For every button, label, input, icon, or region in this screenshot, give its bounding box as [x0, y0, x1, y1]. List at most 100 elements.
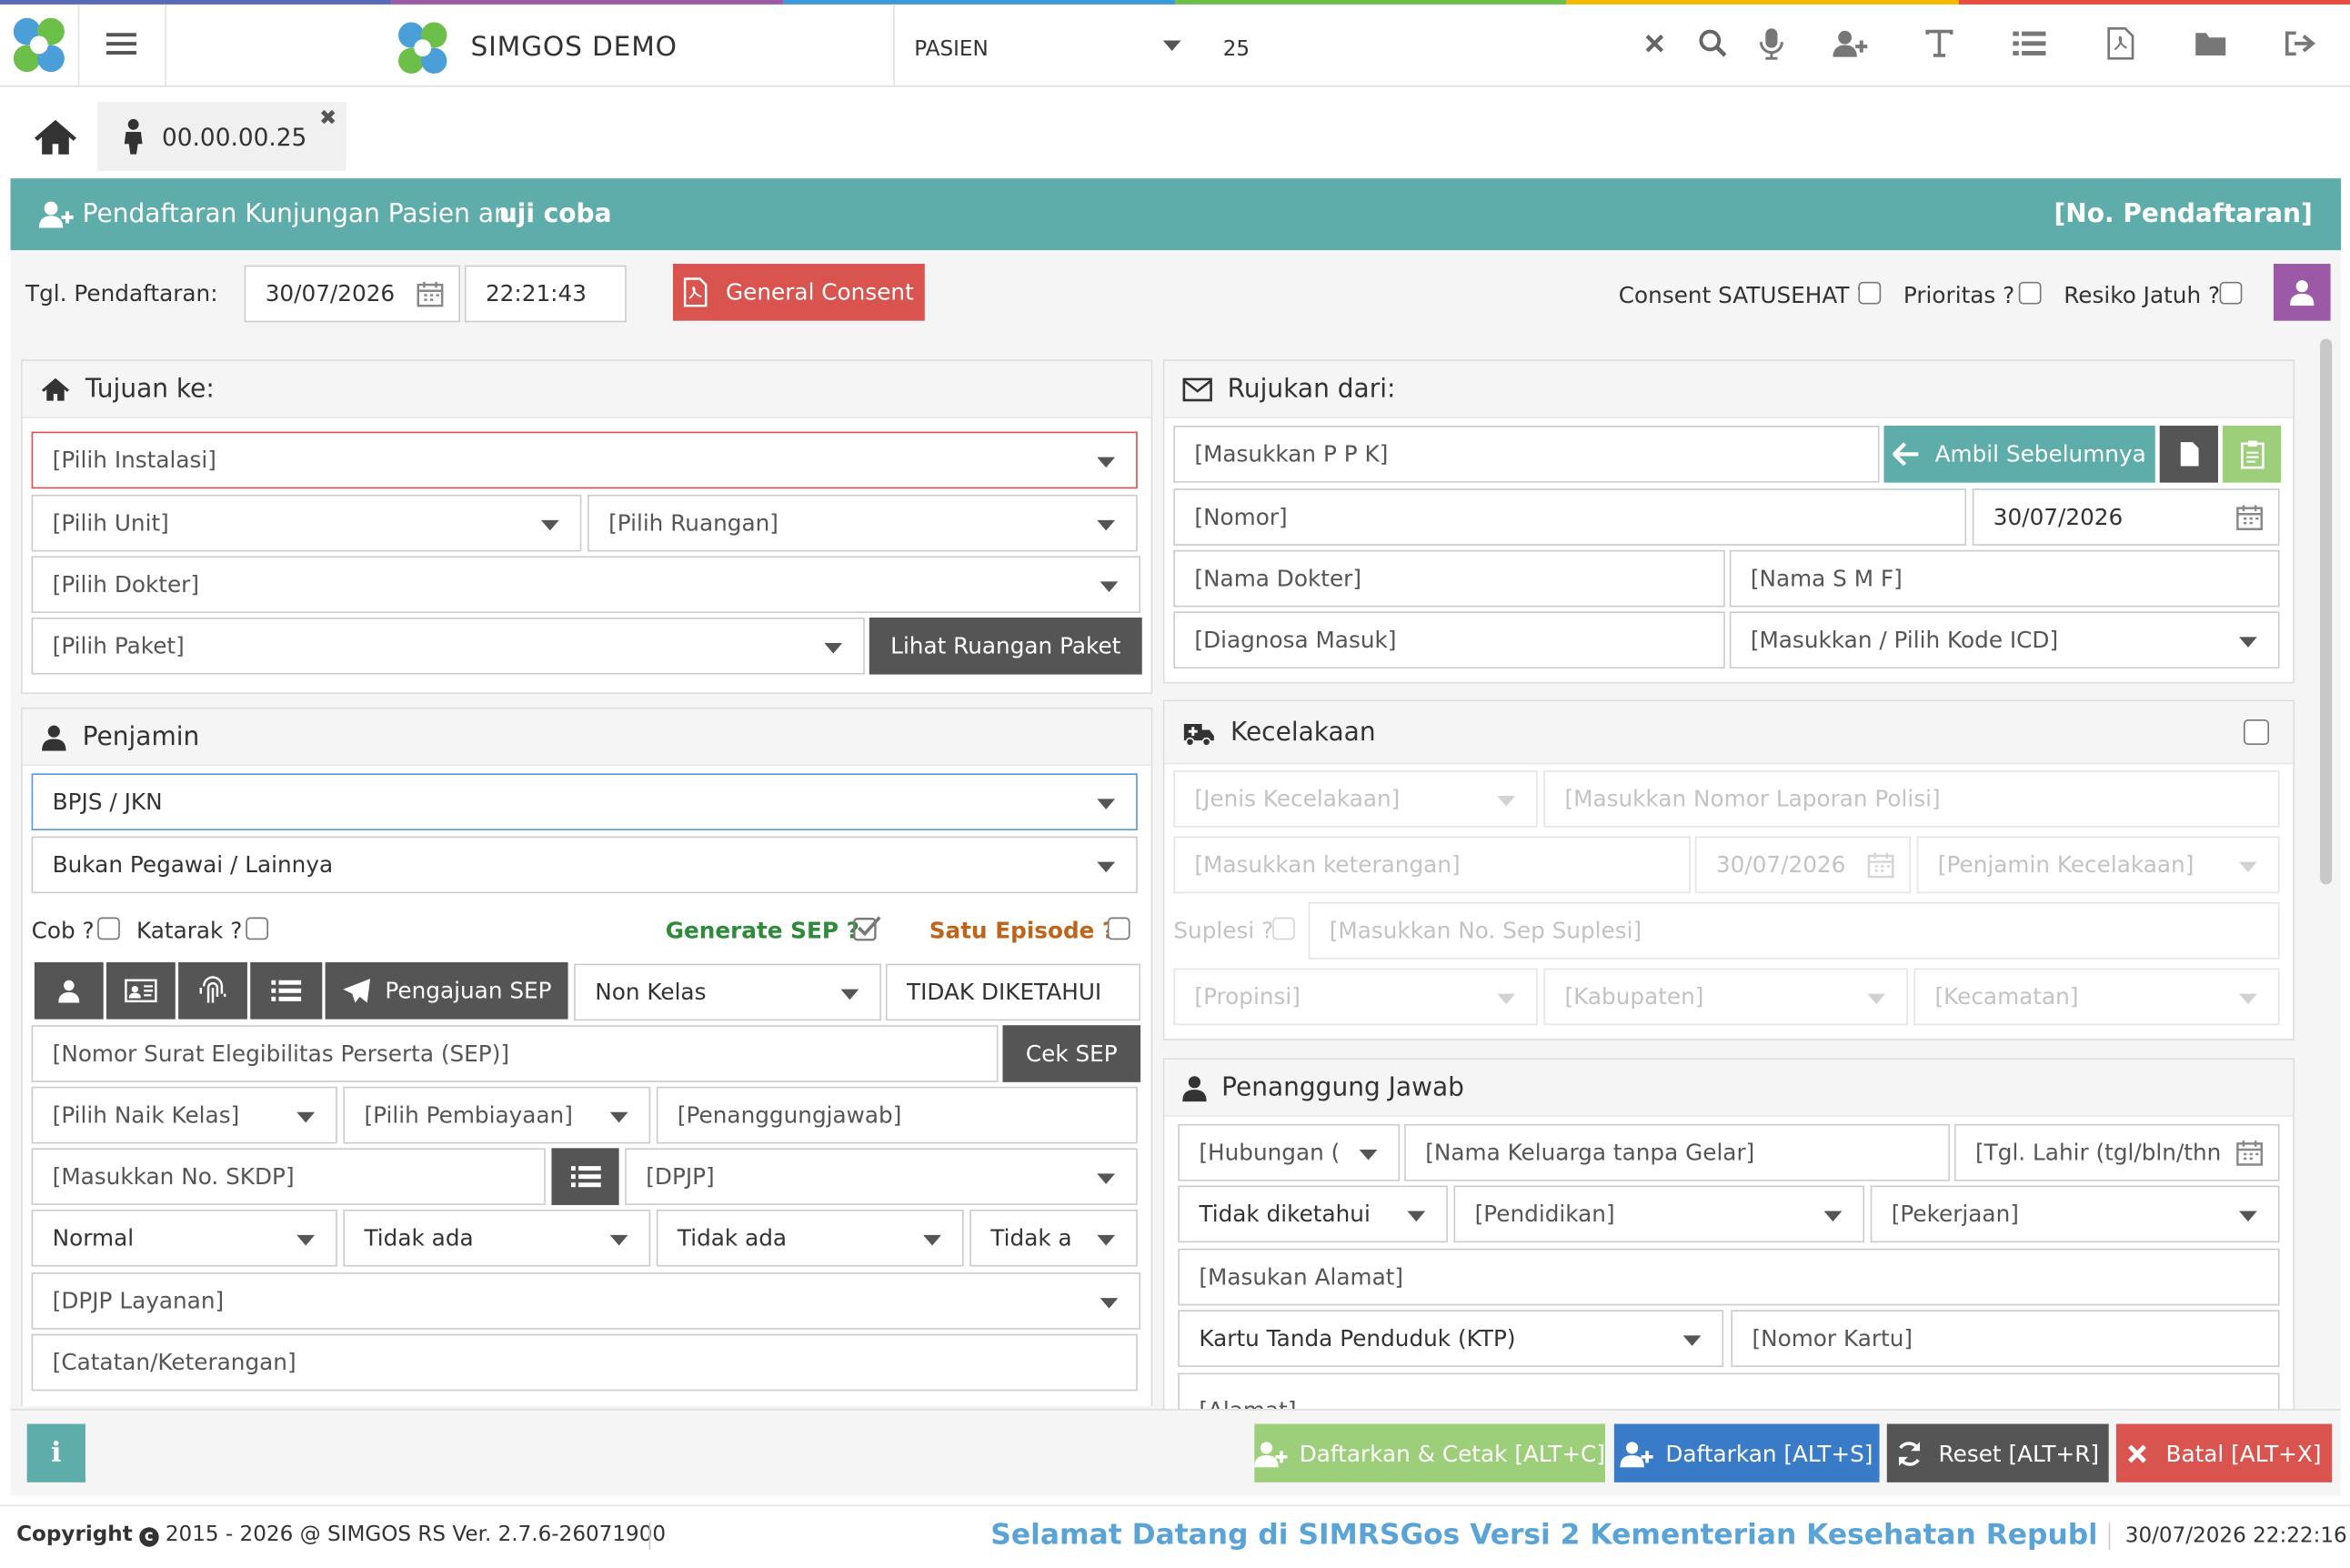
ppk-input[interactable]: [Masukkan P P K]: [1173, 426, 1880, 483]
tidak-a-select[interactable]: Tidak a: [969, 1209, 1138, 1267]
alamat-input[interactable]: [Masukan Alamat]: [1178, 1248, 2280, 1306]
pengajuan-sep-button[interactable]: Pengajuan SEP: [325, 961, 568, 1020]
tgl-lahir-input[interactable]: [Tgl. Lahir (tgl/bln/thn: [1953, 1123, 2280, 1181]
page-header: Pendaftaran Kunjungan Pasien an. uji cob…: [10, 178, 2342, 251]
kabupaten-select[interactable]: [Kabupaten]: [1543, 968, 1908, 1026]
tidak-ada-select-1[interactable]: Tidak ada: [343, 1209, 651, 1267]
reg-time-input[interactable]: 22:21:43: [464, 265, 627, 323]
cek-sep-button[interactable]: Cek SEP: [1002, 1025, 1141, 1082]
ruangan-select[interactable]: [Pilih Ruangan]: [587, 494, 1138, 552]
penanggungjawab-input[interactable]: [Penanggungjawab]: [656, 1086, 1138, 1144]
tidak-ada-select-2[interactable]: Tidak ada: [656, 1209, 964, 1267]
unit-select[interactable]: [Pilih Unit]: [31, 494, 582, 552]
dpjp-layanan-select[interactable]: [DPJP Layanan]: [31, 1272, 1141, 1330]
kartu-button[interactable]: [106, 961, 176, 1020]
tab-close-icon[interactable]: ✖: [319, 106, 336, 130]
kecamatan-select[interactable]: [Kecamatan]: [1913, 968, 2280, 1026]
nomor-kartu-input[interactable]: [Nomor Kartu]: [1731, 1310, 2280, 1367]
skdp-list-button[interactable]: [551, 1148, 619, 1205]
nomor-input[interactable]: [Nomor]: [1173, 488, 1967, 546]
pembiayaan-select[interactable]: [Pilih Pembiayaan]: [343, 1086, 651, 1144]
patient-profile-button[interactable]: [2273, 264, 2331, 321]
list-button[interactable]: [250, 961, 323, 1020]
paket-select[interactable]: [Pilih Paket]: [31, 617, 865, 675]
nama-smf-input[interactable]: [Nama S M F]: [1729, 549, 2280, 608]
tab-patient[interactable]: 00.00.00.25 ✖: [97, 102, 346, 171]
app-logo-icon[interactable]: [9, 14, 69, 76]
kode-icd-select[interactable]: [Masukkan / Pilih Kode ICD]: [1729, 611, 2280, 668]
daftarkan-cetak-button[interactable]: Daftarkan & Cetak [ALT+C]: [1254, 1423, 1605, 1483]
hubungan-select[interactable]: [Hubungan (: [1178, 1123, 1401, 1181]
home-tab[interactable]: [33, 117, 77, 156]
generate-sep-checkbox[interactable]: [853, 914, 883, 941]
reg-date-input[interactable]: 30/07/2026: [244, 265, 460, 323]
chevron-down-icon: [2239, 1211, 2257, 1222]
list-icon[interactable]: [2010, 24, 2049, 63]
content-scrollbar[interactable]: [2320, 338, 2333, 885]
search-input[interactable]: 25: [1223, 37, 1612, 61]
normal-value: Normal: [52, 1224, 135, 1252]
logout-icon[interactable]: [2281, 24, 2320, 63]
kecelakaan-checkbox[interactable]: [2243, 719, 2270, 746]
cob-checkbox[interactable]: [97, 917, 120, 940]
catatan-input[interactable]: [Catatan/Keterangan]: [31, 1333, 1138, 1392]
rujukan-date-input[interactable]: 30/07/2026: [1972, 488, 2280, 546]
dokter-select[interactable]: [Pilih Dokter]: [31, 556, 1141, 614]
menu-icon[interactable]: [102, 24, 141, 63]
kelompok-select[interactable]: Bukan Pegawai / Lainnya: [31, 836, 1138, 894]
naik-kelas-select[interactable]: [Pilih Naik Kelas]: [31, 1086, 337, 1144]
daftarkan-button[interactable]: Daftarkan [ALT+S]: [1613, 1423, 1880, 1483]
text-icon[interactable]: [1920, 24, 1959, 63]
info-button[interactable]: i: [26, 1423, 85, 1483]
search-icon[interactable]: [1693, 24, 1732, 63]
pdf-icon[interactable]: [2101, 24, 2140, 63]
nama-keluarga-input[interactable]: [Nama Keluarga tanpa Gelar]: [1404, 1123, 1950, 1181]
search-mode-select[interactable]: PASIEN: [893, 5, 1201, 87]
dpjp-select[interactable]: [DPJP]: [625, 1148, 1138, 1205]
instalasi-select[interactable]: [Pilih Instalasi]: [31, 431, 1138, 489]
consent-satusehat-checkbox[interactable]: [1858, 281, 1882, 305]
microphone-icon[interactable]: [1752, 24, 1791, 63]
status-field[interactable]: TIDAK DIKETAHUI: [885, 963, 1141, 1021]
clipboard-button[interactable]: [2222, 426, 2282, 483]
diagnosa-input[interactable]: [Diagnosa Masuk]: [1173, 611, 1725, 668]
calendar-icon[interactable]: [2236, 1139, 2264, 1166]
sep-input[interactable]: [Nomor Surat Elegibilitas Perserta (SEP)…: [31, 1025, 999, 1082]
kecelakaan-date-input[interactable]: 30/07/2026: [1694, 836, 1912, 894]
general-consent-button[interactable]: General Consent: [672, 264, 925, 321]
kecelakaan-keterangan-input[interactable]: [Masukkan keterangan]: [1173, 836, 1691, 894]
calendar-icon[interactable]: [1867, 851, 1894, 879]
lihat-ruangan-paket-button[interactable]: Lihat Ruangan Paket: [869, 617, 1142, 675]
kartu-select[interactable]: Kartu Tanda Penduduk (KTP): [1178, 1310, 1724, 1367]
satu-episode-checkbox[interactable]: [1107, 917, 1130, 940]
kelas-select[interactable]: Non Kelas: [574, 963, 881, 1021]
pekerjaan-select[interactable]: [Pekerjaan]: [1870, 1185, 2280, 1243]
penjamin-kecelakaan-select[interactable]: [Penjamin Kecelakaan]: [1916, 836, 2280, 894]
penjamin-jenis-select[interactable]: BPJS / JKN: [31, 773, 1138, 830]
resiko-jatuh-checkbox[interactable]: [2219, 281, 2243, 305]
batal-button[interactable]: Batal [ALT+X]: [2115, 1423, 2333, 1483]
katarak-checkbox[interactable]: [246, 917, 268, 940]
folder-icon[interactable]: [2191, 24, 2230, 63]
propinsi-select[interactable]: [Propinsi]: [1173, 968, 1538, 1026]
laporan-polisi-input[interactable]: [Masukkan Nomor Laporan Polisi]: [1543, 770, 2280, 828]
ambil-sebelumnya-button[interactable]: Ambil Sebelumnya: [1883, 426, 2155, 483]
jenis-kecelakaan-select[interactable]: [Jenis Kecelakaan]: [1173, 770, 1538, 828]
pendidikan-select[interactable]: [Pendidikan]: [1453, 1185, 1865, 1243]
clear-icon[interactable]: [1635, 24, 1674, 63]
skdp-input[interactable]: [Masukkan No. SKDP]: [31, 1148, 546, 1205]
prioritas-checkbox[interactable]: [2018, 281, 2042, 305]
fingerprint-button[interactable]: [178, 961, 247, 1020]
add-user-icon[interactable]: [1830, 24, 1869, 63]
calendar-icon[interactable]: [2236, 504, 2264, 531]
sep-suplesi-input[interactable]: [Masukkan No. Sep Suplesi]: [1308, 902, 2280, 960]
reset-button[interactable]: Reset [ALT+R]: [1886, 1423, 2109, 1483]
peserta-button[interactable]: [34, 961, 104, 1020]
alamat-kartu-input[interactable]: [Alamat]: [1178, 1372, 2280, 1410]
nama-dokter-input[interactable]: [Nama Dokter]: [1173, 549, 1725, 608]
document-button[interactable]: [2159, 426, 2218, 483]
suplesi-checkbox[interactable]: [1272, 917, 1295, 940]
jenis-kelamin-select[interactable]: Tidak diketahui: [1178, 1185, 1448, 1243]
calendar-icon[interactable]: [417, 280, 444, 307]
normal-select[interactable]: Normal: [31, 1209, 337, 1267]
